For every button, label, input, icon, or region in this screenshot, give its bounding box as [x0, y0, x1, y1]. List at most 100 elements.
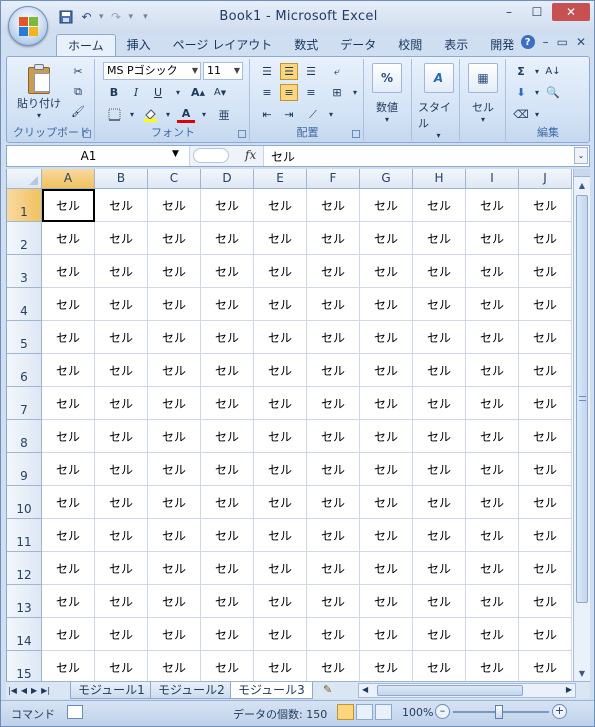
- expand-formula-bar-icon[interactable]: ⌄: [574, 147, 588, 164]
- row-header[interactable]: 10: [7, 486, 42, 519]
- column-header[interactable]: H: [413, 169, 466, 189]
- grid-cell[interactable]: セル: [413, 552, 466, 585]
- row-header[interactable]: 15: [7, 651, 42, 681]
- grid-cell[interactable]: セル: [148, 321, 201, 354]
- orientation-dropdown-icon[interactable]: ▾: [322, 106, 340, 123]
- row-header[interactable]: 9: [7, 453, 42, 486]
- grid-cell[interactable]: セル: [42, 420, 95, 453]
- grid-cell[interactable]: セル: [519, 618, 572, 651]
- grid-cell[interactable]: セル: [360, 651, 413, 681]
- sort-filter-icon[interactable]: A↓: [544, 63, 562, 80]
- merge-center-icon[interactable]: ⊞: [328, 84, 346, 101]
- help-icon[interactable]: ?: [520, 35, 535, 49]
- grid-cell[interactable]: セル: [148, 189, 201, 222]
- grid-cell[interactable]: セル: [95, 255, 148, 288]
- grid-cell[interactable]: セル: [307, 189, 360, 222]
- grid-cell[interactable]: セル: [148, 519, 201, 552]
- grid-cell[interactable]: セル: [519, 189, 572, 222]
- tab-developer[interactable]: 開発: [479, 34, 525, 56]
- font-color-dropdown-icon[interactable]: ▾: [195, 106, 213, 123]
- grid-cell[interactable]: セル: [360, 189, 413, 222]
- tab-home[interactable]: ホーム: [56, 34, 116, 56]
- grid-cell[interactable]: セル: [307, 552, 360, 585]
- grid-cell[interactable]: セル: [307, 651, 360, 681]
- grid-cell[interactable]: セル: [42, 321, 95, 354]
- grid-cell[interactable]: セル: [466, 420, 519, 453]
- scroll-left-icon[interactable]: ◀: [362, 685, 368, 694]
- row-header[interactable]: 7: [7, 387, 42, 420]
- underline-dropdown-icon[interactable]: ▾: [169, 84, 187, 101]
- phonetic-icon[interactable]: 亜: [215, 106, 233, 123]
- tab-view[interactable]: 表示: [433, 34, 479, 56]
- grid-cell[interactable]: セル: [307, 222, 360, 255]
- grid-cell[interactable]: セル: [360, 618, 413, 651]
- grid-cell[interactable]: セル: [466, 288, 519, 321]
- grid-cell[interactable]: セル: [148, 552, 201, 585]
- grid-cell[interactable]: セル: [254, 420, 307, 453]
- grid-cell[interactable]: セル: [466, 651, 519, 681]
- find-select-icon[interactable]: 🔍: [544, 84, 562, 101]
- clipboard-launcher-icon[interactable]: [83, 130, 91, 138]
- increase-indent-icon[interactable]: ⇥: [280, 106, 298, 123]
- grid-cell[interactable]: セル: [466, 354, 519, 387]
- last-sheet-icon[interactable]: ▶|: [41, 683, 50, 698]
- grid-cell[interactable]: セル: [254, 387, 307, 420]
- vertical-scrollbar[interactable]: ▲ ▼: [573, 169, 590, 681]
- grid-cell[interactable]: セル: [201, 354, 254, 387]
- grid-cell[interactable]: セル: [413, 288, 466, 321]
- border-icon[interactable]: [105, 106, 123, 123]
- column-header[interactable]: B: [95, 169, 148, 189]
- grid-cell[interactable]: セル: [466, 519, 519, 552]
- grid-cell[interactable]: セル: [307, 519, 360, 552]
- clear-dropdown-icon[interactable]: ▾: [528, 106, 546, 123]
- grid-cell[interactable]: セル: [42, 354, 95, 387]
- grid-cell[interactable]: セル: [95, 585, 148, 618]
- grid-cell[interactable]: セル: [413, 189, 466, 222]
- close-button[interactable]: ✕: [552, 3, 590, 21]
- increase-font-icon[interactable]: A ▲: [189, 84, 207, 101]
- grid-cell[interactable]: セル: [413, 255, 466, 288]
- grid-cell[interactable]: セル: [148, 585, 201, 618]
- normal-view-icon[interactable]: [337, 704, 354, 720]
- page-break-view-icon[interactable]: [375, 704, 392, 720]
- sheet-tab-module1[interactable]: モジュール1: [70, 682, 153, 699]
- italic-button[interactable]: I: [127, 84, 145, 101]
- grid-cell[interactable]: セル: [42, 552, 95, 585]
- merge-dropdown-icon[interactable]: ▾: [346, 84, 364, 101]
- name-box[interactable]: A1: [9, 147, 186, 165]
- row-header[interactable]: 5: [7, 321, 42, 354]
- name-box-dropdown-icon[interactable]: ▼: [172, 149, 179, 159]
- grid-cell[interactable]: セル: [413, 453, 466, 486]
- grid-cell[interactable]: セル: [360, 453, 413, 486]
- grid-cell[interactable]: セル: [466, 453, 519, 486]
- grid-cell[interactable]: セル: [201, 486, 254, 519]
- grid-cell[interactable]: セル: [201, 321, 254, 354]
- scroll-down-icon[interactable]: ▼: [574, 665, 590, 681]
- grid-cell[interactable]: セル: [95, 222, 148, 255]
- grid-cell[interactable]: セル: [360, 255, 413, 288]
- grid-cell[interactable]: セル: [254, 222, 307, 255]
- grid-cell[interactable]: セル: [42, 189, 95, 222]
- grid-cell[interactable]: セル: [201, 453, 254, 486]
- align-right-icon[interactable]: ≡: [302, 84, 320, 101]
- grid-cell[interactable]: セル: [148, 618, 201, 651]
- grid-cell[interactable]: セル: [360, 222, 413, 255]
- sheet-tab-module3[interactable]: モジュール3: [230, 682, 313, 699]
- tab-data[interactable]: データ: [329, 34, 387, 56]
- grid-cell[interactable]: セル: [201, 552, 254, 585]
- grid-cell[interactable]: セル: [307, 420, 360, 453]
- font-size-combo[interactable]: 11 ▼: [203, 62, 243, 80]
- row-header[interactable]: 11: [7, 519, 42, 552]
- grid-cell[interactable]: セル: [413, 387, 466, 420]
- insert-sheet-icon[interactable]: ✎: [323, 683, 332, 696]
- next-sheet-icon[interactable]: ▶: [31, 683, 37, 698]
- grid-cell[interactable]: セル: [466, 486, 519, 519]
- grid-cell[interactable]: セル: [201, 222, 254, 255]
- align-center-icon[interactable]: ≡: [280, 84, 298, 101]
- grid-cell[interactable]: セル: [95, 453, 148, 486]
- row-header[interactable]: 13: [7, 585, 42, 618]
- first-sheet-icon[interactable]: |◀: [8, 683, 17, 698]
- formula-input[interactable]: セル: [271, 148, 295, 165]
- grid-cell[interactable]: セル: [519, 321, 572, 354]
- grid-cell[interactable]: セル: [254, 453, 307, 486]
